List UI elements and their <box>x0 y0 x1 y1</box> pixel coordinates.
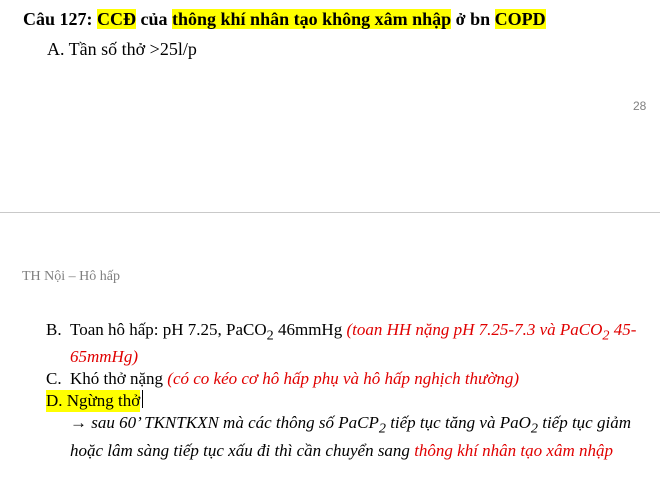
option-b-text-pre: Toan hô hấp: pH 7.25, PaCO <box>70 320 267 339</box>
option-c-letter: C. <box>46 369 62 389</box>
question-title: Câu 127: CCĐ của thông khí nhân tạo khôn… <box>23 8 546 30</box>
explanation-sub2: 2 <box>530 420 538 437</box>
slide-page-bottom: TH Nội – Hô hấp B. Toan hô hấp: pH 7.25,… <box>0 213 660 480</box>
option-c-text: Khó thở nặng <box>70 369 164 389</box>
option-b-letter: B. <box>46 320 62 339</box>
highlight-copd: COPD <box>494 9 546 29</box>
option-d-highlight: D. Ngừng thở <box>46 390 141 413</box>
option-c-body: Khó thở nặng (có co kéo cơ hô hấp phụ và… <box>70 368 646 390</box>
option-b: B. Toan hô hấp: pH 7.25, PaCO2 46mmHg (t… <box>46 319 646 368</box>
highlight-ventilation: thông khí nhân tạo không xâm nhập <box>172 9 452 29</box>
option-d-text: Ngừng thở <box>66 391 141 411</box>
highlight-ccd: CCĐ <box>97 9 137 29</box>
page-number: 28 <box>633 99 647 113</box>
explanation-sub1: 2 <box>378 420 386 437</box>
options-list: B. Toan hô hấp: pH 7.25, PaCO2 46mmHg (t… <box>46 319 646 462</box>
explanation-part1: → sau 60’ TKNTKXN mà các thông số PaCP <box>70 413 379 433</box>
section-label: TH Nội – Hô hấp <box>22 269 120 284</box>
option-c-note: (có co kéo cơ hô hấp phụ và hô hấp nghịc… <box>167 369 520 389</box>
explanation: → sau 60’ TKNTKXN mà các thông số PaCP2 … <box>46 412 646 461</box>
option-b-sub: 2 <box>266 327 274 344</box>
option-d: D. Ngừng thở <box>46 390 646 413</box>
question-text-1: của <box>140 9 168 29</box>
explanation-red: thông khí nhân tạo xâm nhập <box>414 440 613 460</box>
option-d-letter: D. <box>46 391 63 411</box>
question-text-2: ở bn <box>455 9 491 29</box>
option-c: C. Khó thở nặng (có co kéo cơ hô hấp phụ… <box>46 368 646 390</box>
slide-page-top: Câu 127: CCĐ của thông khí nhân tạo khôn… <box>0 0 660 212</box>
question-prefix: Câu 127: <box>23 9 93 29</box>
option-b-note-pre: (toan HH nặng pH 7.25-7.3 và PaCO <box>346 320 603 339</box>
text-cursor <box>142 390 144 409</box>
option-a: A. Tần số thở >25l/p <box>47 39 197 59</box>
option-b-body: Toan hô hấp: pH 7.25, PaCO2 46mmHg (toan… <box>70 319 646 368</box>
option-b-text-post: 46mmHg <box>273 320 343 339</box>
explanation-part2: tiếp tục tăng và PaO <box>385 413 531 433</box>
